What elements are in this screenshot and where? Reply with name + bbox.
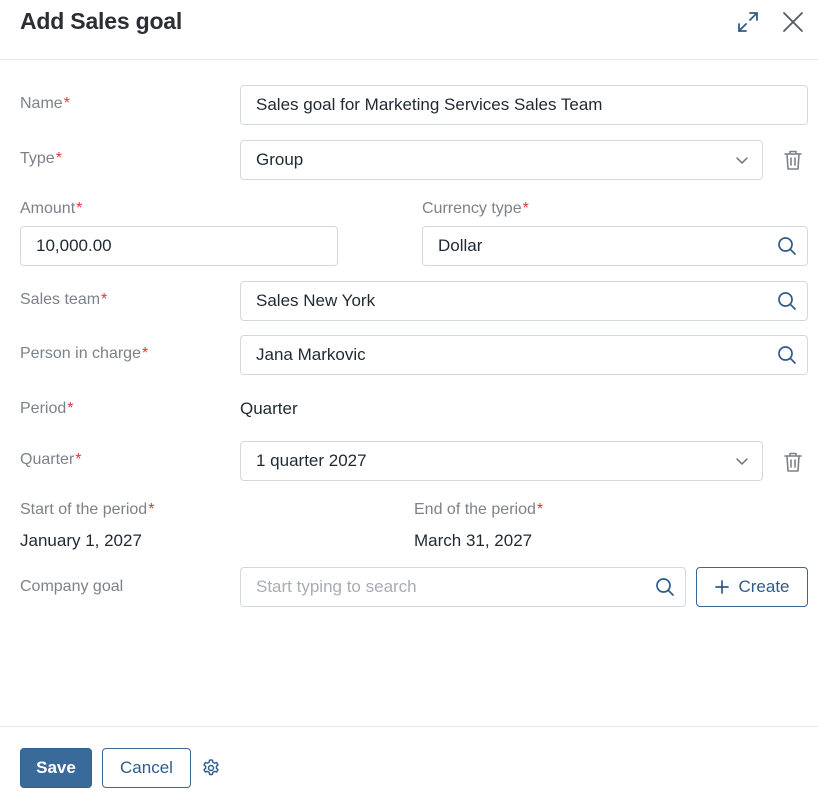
type-delete-button[interactable] xyxy=(781,148,805,172)
amount-input[interactable]: 10,000.00 xyxy=(20,226,338,266)
search-icon xyxy=(778,237,796,255)
end-of-period-value: March 31, 2027 xyxy=(414,531,533,550)
sales-team-label: Sales team* xyxy=(20,291,108,308)
start-of-period-value: January 1, 2027 xyxy=(20,531,142,550)
type-select-value: Group xyxy=(256,150,304,169)
company-goal-placeholder: Start typing to search xyxy=(256,577,417,596)
person-in-charge-label: Person in charge* xyxy=(20,345,149,362)
quarter-select-value: 1 quarter 2027 xyxy=(256,451,367,470)
close-icon xyxy=(783,12,803,32)
add-sales-goal-dialog: Add Sales goal Name* Sales goal for Mark… xyxy=(0,0,818,793)
person-in-charge-value: Jana Markovic xyxy=(256,345,366,364)
close-button[interactable] xyxy=(779,8,807,36)
quarter-dropdown-toggle[interactable] xyxy=(722,442,762,480)
save-button[interactable]: Save xyxy=(20,748,92,788)
sales-team-input[interactable]: Sales New York xyxy=(240,281,808,321)
name-input-value: Sales goal for Marketing Services Sales … xyxy=(256,95,603,114)
currency-type-search-button[interactable] xyxy=(767,227,807,265)
company-goal-search-button[interactable] xyxy=(645,568,685,606)
sales-team-value: Sales New York xyxy=(256,291,376,310)
end-of-period-label: End of the period* xyxy=(414,501,544,518)
plus-icon xyxy=(715,580,730,594)
trash-icon xyxy=(784,452,802,472)
gear-icon xyxy=(203,759,219,776)
type-dropdown-toggle[interactable] xyxy=(722,141,762,179)
person-in-charge-search-button[interactable] xyxy=(767,336,807,374)
currency-type-label: Currency type* xyxy=(422,200,529,217)
amount-label: Amount* xyxy=(20,200,83,217)
company-goal-label: Company goal xyxy=(20,578,124,595)
type-select[interactable]: Group xyxy=(240,140,763,180)
name-label: Name* xyxy=(20,95,70,112)
amount-input-value: 10,000.00 xyxy=(36,236,112,255)
trash-icon xyxy=(784,150,802,170)
chevron-down-icon xyxy=(736,157,748,164)
cancel-button[interactable]: Cancel xyxy=(102,748,191,788)
settings-button[interactable] xyxy=(199,756,223,780)
dialog-footer: Save Cancel xyxy=(0,726,818,793)
dialog-title: Add Sales goal xyxy=(20,8,183,34)
person-in-charge-input[interactable]: Jana Markovic xyxy=(240,335,808,375)
create-company-goal-button[interactable]: Create xyxy=(696,567,808,607)
company-goal-search-input[interactable]: Start typing to search xyxy=(240,567,686,607)
quarter-delete-button[interactable] xyxy=(781,450,805,474)
dialog-header: Add Sales goal xyxy=(0,0,818,60)
quarter-label: Quarter* xyxy=(20,451,82,468)
search-icon xyxy=(778,292,796,310)
type-label: Type* xyxy=(20,150,62,167)
currency-type-value: Dollar xyxy=(438,236,483,255)
chevron-down-icon xyxy=(736,458,748,465)
start-of-period-label: Start of the period* xyxy=(20,501,155,518)
name-input[interactable]: Sales goal for Marketing Services Sales … xyxy=(240,85,808,125)
search-icon xyxy=(778,346,796,364)
create-button-label: Create xyxy=(738,577,790,596)
search-icon xyxy=(656,578,674,596)
period-label: Period* xyxy=(20,400,74,417)
sales-team-search-button[interactable] xyxy=(767,282,807,320)
period-value: Quarter xyxy=(240,399,298,418)
expand-button[interactable] xyxy=(734,8,762,36)
currency-type-input[interactable]: Dollar xyxy=(422,226,808,266)
expand-icon xyxy=(738,12,758,32)
quarter-select[interactable]: 1 quarter 2027 xyxy=(240,441,763,481)
